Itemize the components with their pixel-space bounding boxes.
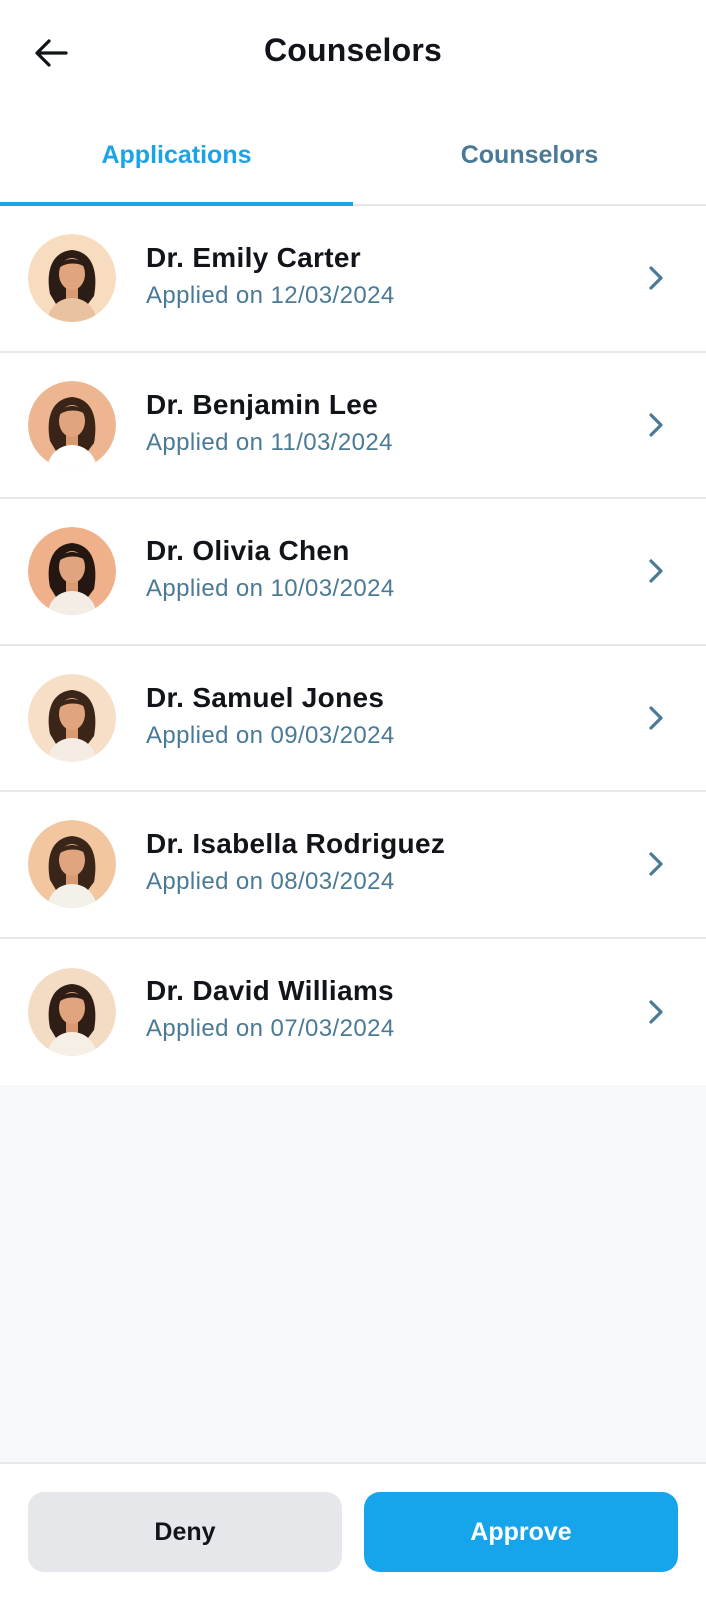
applied-date: Applied on 10/03/2024 <box>146 575 395 602</box>
applications-list: Dr. Emily Carter Applied on 12/03/2024 D… <box>0 206 706 1085</box>
avatar <box>28 380 116 469</box>
deny-button[interactable]: Deny <box>28 1492 342 1572</box>
tab-applications[interactable]: Applications <box>0 106 353 206</box>
application-row[interactable]: Dr. Samuel Jones Applied on 09/03/2024 <box>0 645 706 792</box>
application-row[interactable]: Dr. Benjamin Lee Applied on 11/03/2024 <box>0 352 706 499</box>
chevron-right-icon <box>644 263 668 293</box>
applicant-name: Dr. Samuel Jones <box>146 681 385 713</box>
applicant-name: Dr. David Williams <box>146 974 394 1006</box>
applicant-name: Dr. Benjamin Lee <box>146 388 378 420</box>
application-row[interactable]: Dr. Isabella Rodriguez Applied on 08/03/… <box>0 792 706 939</box>
approve-button[interactable]: Approve <box>364 1492 678 1572</box>
application-row[interactable]: Dr. Olivia Chen Applied on 10/03/2024 <box>0 499 706 646</box>
tab-bar: Applications Counselors <box>0 106 706 206</box>
applied-date: Applied on 11/03/2024 <box>146 428 393 456</box>
avatar <box>28 820 116 909</box>
applicant-name: Dr. Isabella Rodriguez <box>146 828 446 859</box>
action-footer: Deny Approve <box>0 1462 706 1600</box>
applied-date: Applied on 08/03/2024 <box>146 868 395 895</box>
applied-date: Applied on 07/03/2024 <box>146 1014 395 1042</box>
avatar <box>28 967 116 1056</box>
chevron-right-icon <box>644 410 668 440</box>
applied-date: Applied on 09/03/2024 <box>146 721 395 749</box>
chevron-right-icon <box>644 997 668 1027</box>
tab-counselors[interactable]: Counselors <box>353 106 706 204</box>
applicant-name: Dr. Olivia Chen <box>146 535 350 566</box>
application-row[interactable]: Dr. David Williams Applied on 07/03/2024 <box>0 938 706 1085</box>
avatar <box>28 234 116 323</box>
counselors-screen: Counselors Applications Counselors Dr. E… <box>0 0 706 1600</box>
avatar <box>28 527 116 616</box>
applied-date: Applied on 12/03/2024 <box>146 282 395 309</box>
application-row[interactable]: Dr. Emily Carter Applied on 12/03/2024 <box>0 206 706 353</box>
app-header: Counselors <box>0 0 706 106</box>
applicant-name: Dr. Emily Carter <box>146 242 361 273</box>
page-title: Counselors <box>263 32 443 68</box>
chevron-right-icon <box>644 849 668 879</box>
avatar <box>28 673 116 762</box>
chevron-right-icon <box>644 556 668 586</box>
chevron-right-icon <box>644 703 668 733</box>
